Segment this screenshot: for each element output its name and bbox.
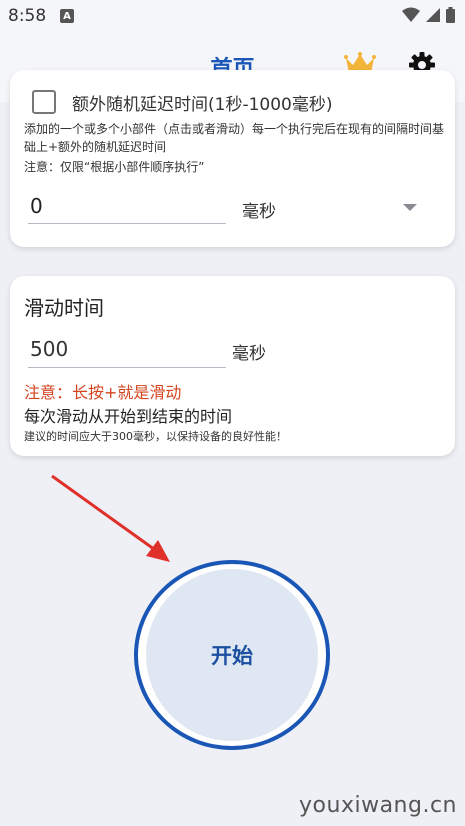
- delay-unit: 毫秒: [242, 202, 276, 222]
- notification-icon: A: [60, 9, 74, 23]
- watermark: youxiwang.cn: [299, 793, 457, 818]
- start-button[interactable]: 开始: [146, 569, 318, 741]
- swipe-warning: 注意：长按+就是滑动: [24, 383, 182, 402]
- red-arrow-annotation: [51, 474, 170, 562]
- swipe-time-unit: 毫秒: [232, 344, 266, 364]
- status-time: 8:58: [8, 6, 47, 26]
- random-delay-checkbox[interactable]: [32, 90, 56, 114]
- status-bar: 8:58 A: [0, 0, 465, 32]
- random-delay-note: 注意：仅限“根据小部件顺序执行”: [24, 160, 205, 174]
- random-delay-label: 额外随机延迟时间(1秒-1000毫秒): [72, 95, 333, 115]
- battery-icon: [446, 7, 455, 23]
- swipe-info: 每次滑动从开始到结束的时间: [24, 407, 233, 426]
- system-icons: [402, 7, 455, 23]
- swipe-time-title: 滑动时间: [24, 296, 104, 320]
- signal-icon: [426, 8, 440, 22]
- delay-input[interactable]: 0: [28, 188, 226, 224]
- random-delay-description: 添加的一个或多个小部件（点击或者滑动）每一个执行完后在现有的间隔时间基础上+额外…: [24, 122, 445, 154]
- swipe-time-input[interactable]: 500: [28, 330, 226, 368]
- swipe-small-note: 建议的时间应大于300毫秒，以保持设备的良好性能！: [24, 430, 287, 443]
- unit-dropdown-arrow[interactable]: [403, 204, 417, 211]
- random-delay-card: 额外随机延迟时间(1秒-1000毫秒) 添加的一个或多个小部件（点击或者滑动）每…: [10, 70, 455, 247]
- wifi-icon: [402, 7, 420, 22]
- swipe-time-card: 滑动时间 500 毫秒 注意：长按+就是滑动 每次滑动从开始到结束的时间 建议的…: [10, 276, 455, 456]
